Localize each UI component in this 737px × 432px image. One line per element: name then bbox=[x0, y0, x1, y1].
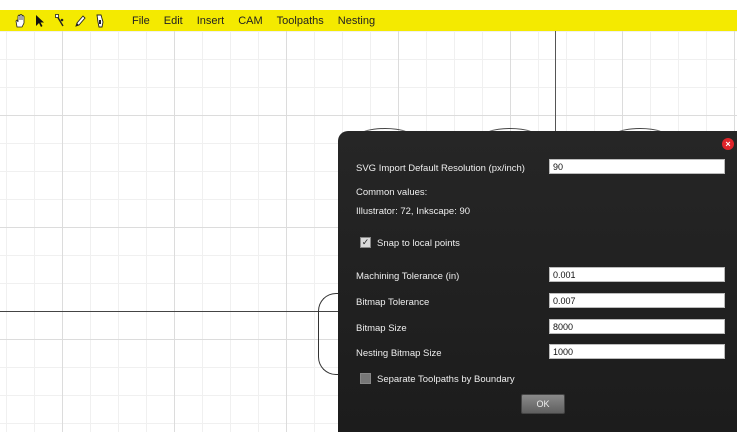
snap-checkbox[interactable]: ✓ bbox=[360, 237, 371, 248]
bitmap-tolerance-label: Bitmap Tolerance bbox=[356, 297, 430, 308]
pointer-icon[interactable] bbox=[34, 14, 46, 28]
canvas-guide-horizontal bbox=[0, 311, 340, 312]
bitmap-size-input[interactable] bbox=[549, 319, 725, 334]
menu-nesting[interactable]: Nesting bbox=[338, 15, 375, 27]
machining-tolerance-input[interactable] bbox=[549, 267, 725, 282]
menu-toolpaths[interactable]: Toolpaths bbox=[277, 15, 324, 27]
settings-dialog: × SVG Import Default Resolution (px/inch… bbox=[338, 131, 737, 432]
snap-label: Snap to local points bbox=[377, 238, 460, 249]
close-icon[interactable]: × bbox=[722, 138, 734, 150]
bitmap-tolerance-input[interactable] bbox=[549, 293, 725, 308]
machining-tolerance-label: Machining Tolerance (in) bbox=[356, 271, 460, 282]
menu-cam[interactable]: CAM bbox=[238, 15, 262, 27]
ok-button[interactable]: OK bbox=[521, 394, 565, 414]
knife-icon[interactable] bbox=[94, 14, 106, 28]
node-edit-icon[interactable] bbox=[54, 13, 66, 28]
nesting-bitmap-size-input[interactable] bbox=[549, 344, 725, 359]
common-values-label: Common values: bbox=[356, 187, 428, 198]
svg-resolution-label: SVG Import Default Resolution (px/inch) bbox=[356, 163, 525, 174]
nesting-bitmap-size-label: Nesting Bitmap Size bbox=[356, 348, 442, 359]
canvas-guide-vertical bbox=[555, 31, 556, 141]
common-values-text: Illustrator: 72, Inkscape: 90 bbox=[356, 206, 471, 217]
pencil-icon[interactable] bbox=[74, 14, 86, 28]
svg-resolution-input[interactable] bbox=[549, 159, 725, 174]
menu-edit[interactable]: Edit bbox=[164, 15, 183, 27]
menu-bar: File Edit Insert CAM Toolpaths Nesting bbox=[0, 10, 737, 31]
tool-group bbox=[0, 13, 132, 28]
hand-icon[interactable] bbox=[14, 13, 26, 28]
main-menu: File Edit Insert CAM Toolpaths Nesting bbox=[132, 15, 375, 27]
menu-file[interactable]: File bbox=[132, 15, 150, 27]
bitmap-size-label: Bitmap Size bbox=[356, 323, 407, 334]
menu-insert[interactable]: Insert bbox=[197, 15, 225, 27]
separate-toolpaths-checkbox[interactable] bbox=[360, 373, 371, 384]
separate-toolpaths-label: Separate Toolpaths by Boundary bbox=[377, 374, 515, 385]
